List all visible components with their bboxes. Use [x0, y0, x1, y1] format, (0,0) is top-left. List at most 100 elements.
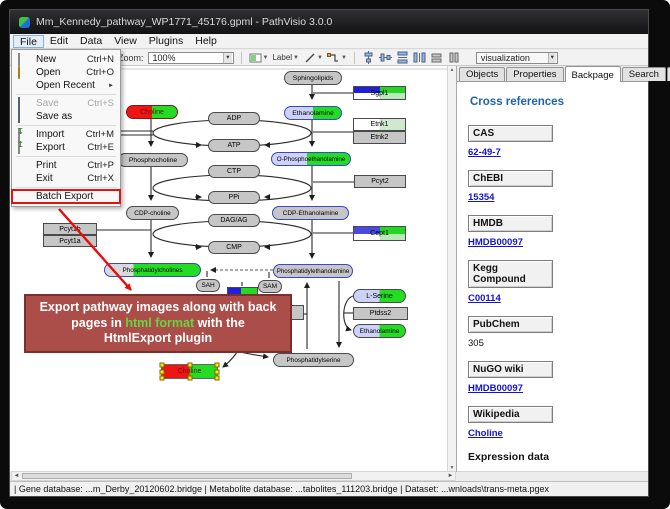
- annotation-line: pages in html format with the: [28, 316, 288, 332]
- distribute-vertical-button[interactable]: [413, 51, 426, 64]
- connector-tool-button[interactable]: [327, 51, 340, 64]
- file-menu-item-export[interactable]: ExportCtrl+E: [12, 141, 120, 154]
- menu-help[interactable]: Help: [189, 35, 223, 48]
- node-ppi[interactable]: PPi: [208, 191, 260, 204]
- save-icon: [18, 98, 30, 109]
- node-phosphocholine[interactable]: Phosphocholine: [118, 153, 188, 167]
- node-dag-ag[interactable]: DAG/AG: [208, 214, 260, 227]
- match-height-button[interactable]: [447, 51, 460, 64]
- selection-handle[interactable]: [187, 363, 192, 368]
- datanode-dropdown-icon[interactable]: ▼: [263, 55, 269, 61]
- node-cept1[interactable]: Cept1: [353, 226, 406, 241]
- menu-item-label: Open Recent: [36, 80, 95, 91]
- tab-search[interactable]: Search: [622, 67, 666, 81]
- datanode-icon: [249, 52, 262, 64]
- node-cmp[interactable]: CMP: [208, 241, 260, 254]
- tab-backpage[interactable]: Backpage: [565, 66, 621, 82]
- node-pcyt2[interactable]: Pcyt2: [354, 175, 406, 188]
- section-header: NuGO wiki: [468, 361, 553, 378]
- selection-handle[interactable]: [160, 363, 165, 368]
- align-center-y-button[interactable]: [379, 51, 392, 64]
- file-menu-item-open[interactable]: OpenCtrl+O: [12, 66, 120, 79]
- selection-handle[interactable]: [215, 369, 220, 374]
- xref-link[interactable]: C00114: [468, 293, 648, 304]
- scroll-left-icon[interactable]: ◄: [12, 473, 21, 479]
- xref-link[interactable]: HMDB00097: [468, 237, 648, 248]
- selection-handle[interactable]: [160, 376, 165, 381]
- menu-file[interactable]: File: [13, 35, 44, 48]
- canvas-vertical-scrollbar[interactable]: ▲▼: [447, 66, 456, 472]
- menu-edit[interactable]: Edit: [44, 35, 74, 48]
- node-sphingolipids[interactable]: Sphingolipids: [284, 71, 342, 85]
- menu-view[interactable]: View: [108, 35, 143, 48]
- node-adp[interactable]: ADP: [208, 112, 260, 125]
- node-cdp-ethanolamine[interactable]: CDP-Ethanolamine: [272, 206, 349, 220]
- selection-handle[interactable]: [160, 369, 165, 374]
- node-ethanolamine-top[interactable]: Ethanolamine: [284, 106, 342, 120]
- node-sam[interactable]: SAM: [258, 280, 282, 293]
- selection-handle[interactable]: [215, 363, 220, 368]
- node-ctp[interactable]: CTP: [208, 165, 260, 178]
- node-choline-bottom[interactable]: Choline: [161, 364, 218, 379]
- side-panel-tabs: ObjectsPropertiesBackpageSearchLegend: [457, 66, 648, 82]
- file-menu-item-import[interactable]: ImportCtrl+M: [12, 128, 120, 141]
- xref-link[interactable]: 15354: [468, 192, 648, 203]
- node-label: Pcyt1a: [44, 236, 96, 246]
- scroll-up-icon[interactable]: ▲: [450, 67, 455, 73]
- align-center-x-button[interactable]: [362, 51, 375, 64]
- selection-handle[interactable]: [215, 376, 220, 381]
- connector-dropdown-icon[interactable]: ▼: [341, 55, 347, 61]
- node-atp[interactable]: ATP: [208, 139, 260, 152]
- selection-handle[interactable]: [187, 376, 192, 381]
- line-tool-button[interactable]: [303, 51, 316, 64]
- tab-objects[interactable]: Objects: [459, 67, 505, 81]
- node-cdp-choline[interactable]: CDP-choline: [126, 206, 179, 220]
- file-menu-item-print[interactable]: PrintCtrl+P: [12, 159, 120, 172]
- menu-data[interactable]: Data: [74, 35, 108, 48]
- node-pcyt1a[interactable]: Pcyt1a: [43, 235, 97, 247]
- file-menu-item-save[interactable]: SaveCtrl+S: [12, 97, 120, 110]
- node-etnk2[interactable]: Etnk2: [353, 131, 406, 144]
- scrollbar-thumb[interactable]: [22, 473, 352, 479]
- label-tool-button[interactable]: Label: [272, 51, 292, 64]
- file-menu-item-batch-export[interactable]: Batch Export: [12, 190, 120, 203]
- section-header: HMDB: [468, 215, 553, 232]
- node-phosphatidylcholines[interactable]: Phosphatidylcholines: [104, 263, 201, 277]
- backpage-content: Cross references CAS62-49-7ChEBI15354HMD…: [457, 82, 648, 472]
- node-etnk1[interactable]: Etnk1: [353, 118, 406, 131]
- line-dropdown-icon[interactable]: ▼: [317, 55, 323, 61]
- file-menu-item-exit[interactable]: ExitCtrl+X: [12, 172, 120, 185]
- node-sgpl1[interactable]: Sgpl1: [353, 86, 406, 100]
- menu-item-label: Save as: [36, 111, 72, 122]
- node-phosphatidylserine[interactable]: Phosphatidylserine: [273, 353, 354, 367]
- node-l-serine[interactable]: L-Serine: [353, 289, 406, 303]
- scroll-right-icon[interactable]: ►: [446, 473, 455, 479]
- zoom-combobox[interactable]: 100%▾: [148, 52, 234, 64]
- menu-plugins[interactable]: Plugins: [143, 35, 189, 48]
- file-menu-item-save-as[interactable]: Save as: [12, 110, 120, 123]
- match-width-button[interactable]: [430, 51, 443, 64]
- visualization-combobox[interactable]: visualization▾: [476, 52, 558, 64]
- toolbar-separator: [354, 52, 355, 64]
- node-sah[interactable]: SAH: [196, 279, 220, 292]
- node-phosphatidylethanolamine[interactable]: Phosphatidylethanolamine: [273, 264, 353, 278]
- align-center-y-icon: [379, 51, 392, 64]
- file-menu-item-open-recent[interactable]: Open Recent►: [12, 79, 120, 92]
- tab-properties[interactable]: Properties: [506, 67, 563, 81]
- connector-icon: [327, 52, 340, 64]
- file-menu-item-new[interactable]: NewCtrl+N: [12, 53, 120, 66]
- menu-item-label: Export: [36, 142, 65, 153]
- xref-link[interactable]: HMDB00097: [468, 383, 648, 394]
- node-choline-top[interactable]: Choline: [126, 105, 178, 119]
- node-pcyt1b[interactable]: Pcyt1b: [43, 223, 97, 235]
- distribute-horizontal-button[interactable]: [396, 51, 409, 64]
- label-dropdown-icon[interactable]: ▼: [293, 55, 299, 61]
- xref-link[interactable]: Choline: [468, 428, 648, 439]
- screenshot-frame: Mm_Kennedy_pathway_WP1771_45176.gpml - P…: [0, 0, 670, 509]
- node-o-phosphoethanolamine[interactable]: O-Phosphoethanolamine: [271, 152, 351, 166]
- datanode-tool-button[interactable]: [249, 51, 262, 64]
- xref-link[interactable]: 62-49-7: [468, 147, 648, 158]
- node-ethanolamine-bottom[interactable]: Ethanolamine: [353, 324, 406, 338]
- canvas-horizontal-scrollbar[interactable]: ◄ ►: [11, 471, 456, 481]
- node-ptdss2[interactable]: Ptdss2: [353, 307, 408, 320]
